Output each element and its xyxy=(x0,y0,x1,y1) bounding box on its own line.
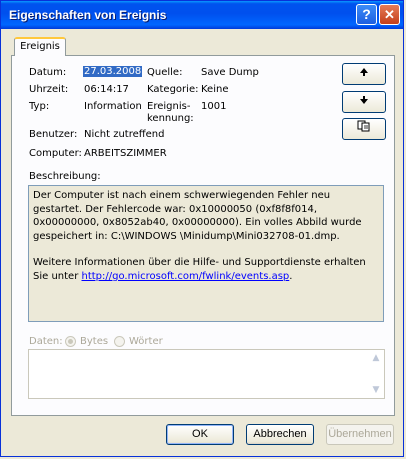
arrow-down-icon xyxy=(360,96,368,104)
scroll-down-icon[interactable]: ▼ xyxy=(369,383,383,397)
event-properties-dialog: Eigenschaften von Ereignis ? ✕ Ereignis … xyxy=(0,0,404,457)
description-textbox[interactable]: Der Computer ist nach einem schwerwiegen… xyxy=(28,185,384,322)
ok-button[interactable]: OK xyxy=(166,424,234,445)
window-title: Eigenschaften von Ereignis xyxy=(9,8,167,22)
typ-label: Typ: xyxy=(29,101,50,112)
quelle-value: Save Dump xyxy=(201,67,259,78)
kategorie-value: Keine xyxy=(201,84,229,95)
datum-value[interactable]: 27.03.2008 xyxy=(83,66,143,77)
scroll-up-icon[interactable]: ▲ xyxy=(369,351,383,365)
next-event-button[interactable] xyxy=(342,91,386,113)
help-button[interactable]: ? xyxy=(356,4,377,25)
quelle-label: Quelle: xyxy=(147,67,183,78)
title-bar[interactable]: Eigenschaften von Ereignis ? ✕ xyxy=(1,1,403,29)
data-textbox[interactable]: ▲ ▼ xyxy=(28,349,385,399)
previous-event-button[interactable] xyxy=(342,63,386,85)
kennung-label-line1: Ereignis- xyxy=(147,101,191,112)
bytes-radio-label: Bytes xyxy=(80,336,109,347)
computer-value: ARBEITSZIMMER xyxy=(84,148,167,159)
close-button[interactable]: ✕ xyxy=(379,4,400,25)
arrow-up-icon xyxy=(360,68,368,76)
apply-button[interactable]: Übernehmen xyxy=(326,424,394,445)
uhrzeit-value: 06:14:17 xyxy=(84,84,129,95)
description-paragraph-2-end: . xyxy=(289,270,293,282)
typ-value: Information xyxy=(84,101,142,112)
kennung-label-line2: kennung: xyxy=(147,113,194,124)
description-paragraph-2: Weitere Informationen über die Hilfe- un… xyxy=(33,256,379,283)
computer-label: Computer: xyxy=(29,148,82,159)
copy-icon xyxy=(357,120,370,132)
words-radio[interactable] xyxy=(114,336,125,347)
support-link[interactable]: http://go.microsoft.com/fwlink/events.as… xyxy=(82,271,290,282)
tab-ereignis[interactable]: Ereignis xyxy=(14,37,66,56)
kennung-value: 1001 xyxy=(201,101,227,112)
data-label: Daten: xyxy=(29,336,63,347)
kategorie-label: Kategorie: xyxy=(147,84,199,95)
cancel-button[interactable]: Abbrechen xyxy=(246,424,314,445)
datum-label: Datum: xyxy=(29,67,67,78)
bytes-radio[interactable] xyxy=(65,336,76,347)
copy-button[interactable] xyxy=(342,118,386,140)
uhrzeit-label: Uhrzeit: xyxy=(29,84,69,95)
words-radio-label: Wörter xyxy=(129,336,163,347)
description-paragraph-1: Der Computer ist nach einem schwerwiegen… xyxy=(33,190,362,242)
benutzer-value: Nicht zutreffend xyxy=(84,129,165,140)
benutzer-label: Benutzer: xyxy=(29,129,78,140)
description-label: Beschreibung: xyxy=(29,171,101,182)
